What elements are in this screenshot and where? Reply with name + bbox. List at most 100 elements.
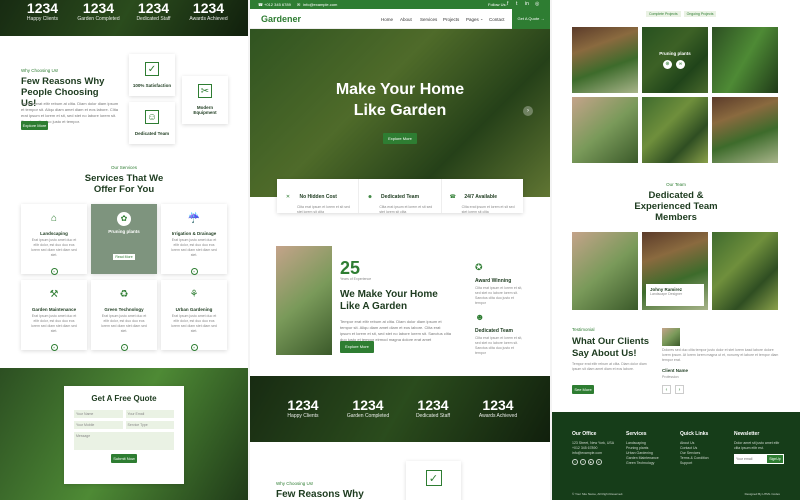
next-arrow-icon[interactable]: › — [675, 385, 684, 394]
plus-icon[interactable]: + — [190, 344, 198, 351]
team-member-image-active[interactable]: Johny Ramirez Landscape Designer — [642, 232, 708, 310]
prev-arrow-icon[interactable]: ‹ — [662, 385, 671, 394]
team-icon: ☺ — [145, 110, 159, 124]
stat-number: 1234 — [26, 0, 59, 16]
team-member-caption: Johny Ramirez Landscape Designer — [646, 284, 704, 306]
message-input[interactable]: Message — [74, 432, 174, 450]
footer-link[interactable]: Green Technology — [626, 461, 676, 466]
nav-about[interactable]: About — [400, 17, 412, 22]
office-title: Our Office — [572, 431, 597, 437]
footer: Our Office 123 Street, New York, USA +01… — [552, 412, 800, 500]
services-title: Services That We Offer For You — [84, 173, 164, 195]
nav-contact[interactable]: Contact — [489, 17, 505, 22]
plus-icon[interactable]: + — [120, 344, 128, 351]
mail-icon: ✉ — [297, 2, 301, 7]
instagram-icon[interactable]: ◎ — [535, 1, 539, 7]
filter-ongoing[interactable]: Ongoing Projects — [683, 11, 717, 17]
nav-pages[interactable]: Pages — [466, 17, 479, 22]
years-label: Years of Experience — [340, 277, 372, 281]
testimonial-quote: Dolores sed duo clita tempor justo dolor… — [662, 348, 779, 362]
plus-icon[interactable]: + — [190, 268, 198, 275]
zoom-icon[interactable]: ⊕ — [663, 60, 672, 69]
signup-button[interactable]: SignUp — [767, 455, 783, 463]
facebook-icon[interactable]: f — [507, 1, 508, 7]
about-text: Tempor erat elitr rebum at clita. Diam d… — [340, 319, 451, 342]
quote-section: Get A Free Quote Your Name Your Email Yo… — [0, 368, 248, 500]
twitter-icon[interactable]: t — [572, 459, 578, 465]
gallery-image[interactable] — [572, 97, 638, 163]
nav-home[interactable]: Home — [381, 17, 393, 22]
service-card[interactable]: ♻ Green Technology Erat ipsum justo amet… — [91, 280, 157, 351]
feature-item: ✕ No Hidden Cost Clita erat ipsum et lor… — [277, 179, 360, 214]
team-member-image[interactable] — [572, 232, 638, 310]
stats-banner: 1234 Happy Clients 1234 Garden Completed 1… — [250, 376, 550, 442]
carousel-next-icon[interactable]: › — [523, 106, 533, 116]
testimonial-title: What Our Clients Say About Us! — [572, 336, 650, 359]
hero-explore-button[interactable]: Explore More — [383, 133, 417, 144]
see-more-button[interactable]: See More — [572, 385, 594, 394]
service-title: Pruning plants — [108, 229, 140, 234]
facebook-icon[interactable]: f — [580, 459, 586, 465]
dollar-icon: ✕ — [285, 194, 291, 200]
stat-label: Awards Achieved — [478, 413, 518, 419]
stat-number: 1234 — [137, 0, 170, 16]
brand-logo[interactable]: Gardener — [261, 14, 301, 24]
footer-link[interactable]: Support — [680, 461, 730, 466]
testimonial-text: Tempor erat elitr rebum at clita. Diam d… — [572, 362, 647, 371]
gallery-image[interactable] — [642, 97, 708, 163]
link-icon[interactable]: ∞ — [676, 60, 685, 69]
services-eyebrow: Our Services — [110, 165, 137, 170]
linkedin-icon[interactable]: in — [525, 1, 529, 7]
service-card-active[interactable]: ✿ Pruning plants Read More — [91, 204, 157, 274]
name-input[interactable]: Your Name — [74, 410, 123, 418]
service-card[interactable]: ⚘ Urban Gardening Erat ipsum justo amet … — [161, 280, 227, 351]
stat-number: 1234 — [82, 0, 115, 16]
twitter-icon[interactable]: t — [516, 1, 517, 7]
explore-more-button[interactable]: Explore More — [21, 121, 48, 130]
footer-quick-links: Quick Links About Us Contact Us Our Serv… — [680, 431, 730, 466]
submit-button[interactable]: Submit Now — [111, 454, 137, 463]
nav-services[interactable]: Services — [420, 17, 437, 22]
topbar-phone: +012 345 6789 — [264, 2, 291, 7]
hero-title: Make Your Home Like Garden — [335, 81, 465, 119]
plus-icon[interactable]: + — [50, 268, 58, 275]
team-member-image[interactable] — [712, 232, 778, 310]
newsletter-text: Dolor amet sit justo amet elitr clita ip… — [734, 441, 780, 450]
stat-number: 1234 — [482, 397, 514, 413]
team-icon: ☻ — [475, 312, 485, 322]
linkedin-icon[interactable]: in — [596, 459, 602, 465]
about-explore-button[interactable]: Explore More — [340, 341, 374, 353]
topbar: ☎ +012 345 6789 ✉ info@example.com Follo… — [250, 0, 550, 9]
stat: 1234 Dedicated Staff — [131, 0, 176, 22]
follow-label: Follow Us: — [488, 2, 507, 7]
team-text: Clita erat ipsum et lorem et sit, sed st… — [475, 336, 523, 355]
stat: 1234 Garden Completed — [76, 0, 121, 22]
plus-icon[interactable]: + — [50, 344, 58, 351]
green-tech-icon: ♻ — [119, 289, 129, 300]
stat: 1234 Garden Completed — [338, 397, 398, 419]
award-text: Clita erat ipsum et lorem et sit, sed st… — [475, 286, 523, 305]
gallery-image[interactable] — [712, 97, 778, 163]
service-type-select[interactable]: Service Type — [125, 421, 174, 429]
phone-icon: ☎ — [258, 2, 263, 7]
service-card[interactable]: ⚒ Garden Maintenance Erat ipsum justo am… — [21, 280, 87, 351]
right-panel: Complete Projects Ongoing Projects Pruni… — [552, 0, 800, 500]
service-card[interactable]: ⌂ Landscaping Erat ipsum justo amet duo … — [21, 204, 87, 275]
feature-card: ✂ Modern Equipment — [182, 76, 228, 124]
email-input[interactable]: Your Email — [125, 410, 174, 418]
arrow-right-icon: → — [540, 16, 545, 21]
service-card[interactable]: ☔ Irrigation & Drainage Erat ipsum justo… — [161, 204, 227, 275]
stat: 1234 Dedicated Staff — [403, 397, 463, 419]
read-more-button[interactable]: Read More — [113, 254, 135, 260]
filter-complete[interactable]: Complete Projects — [646, 11, 681, 17]
gallery-image[interactable] — [712, 27, 778, 93]
newsletter-email-input[interactable] — [734, 454, 762, 464]
member-role: Landscape Designer — [650, 292, 683, 296]
nav-projects[interactable]: Projects — [443, 17, 459, 22]
mobile-input[interactable]: Your Mobile — [74, 421, 123, 429]
gallery-image-active[interactable]: Pruning plants ⊕ ∞ — [642, 27, 708, 93]
youtube-icon[interactable]: ▶ — [588, 459, 594, 465]
gallery-image[interactable] — [572, 27, 638, 93]
get-quote-button[interactable]: Get A Quote → — [512, 9, 550, 29]
gallery-label: Pruning plants — [659, 51, 691, 56]
